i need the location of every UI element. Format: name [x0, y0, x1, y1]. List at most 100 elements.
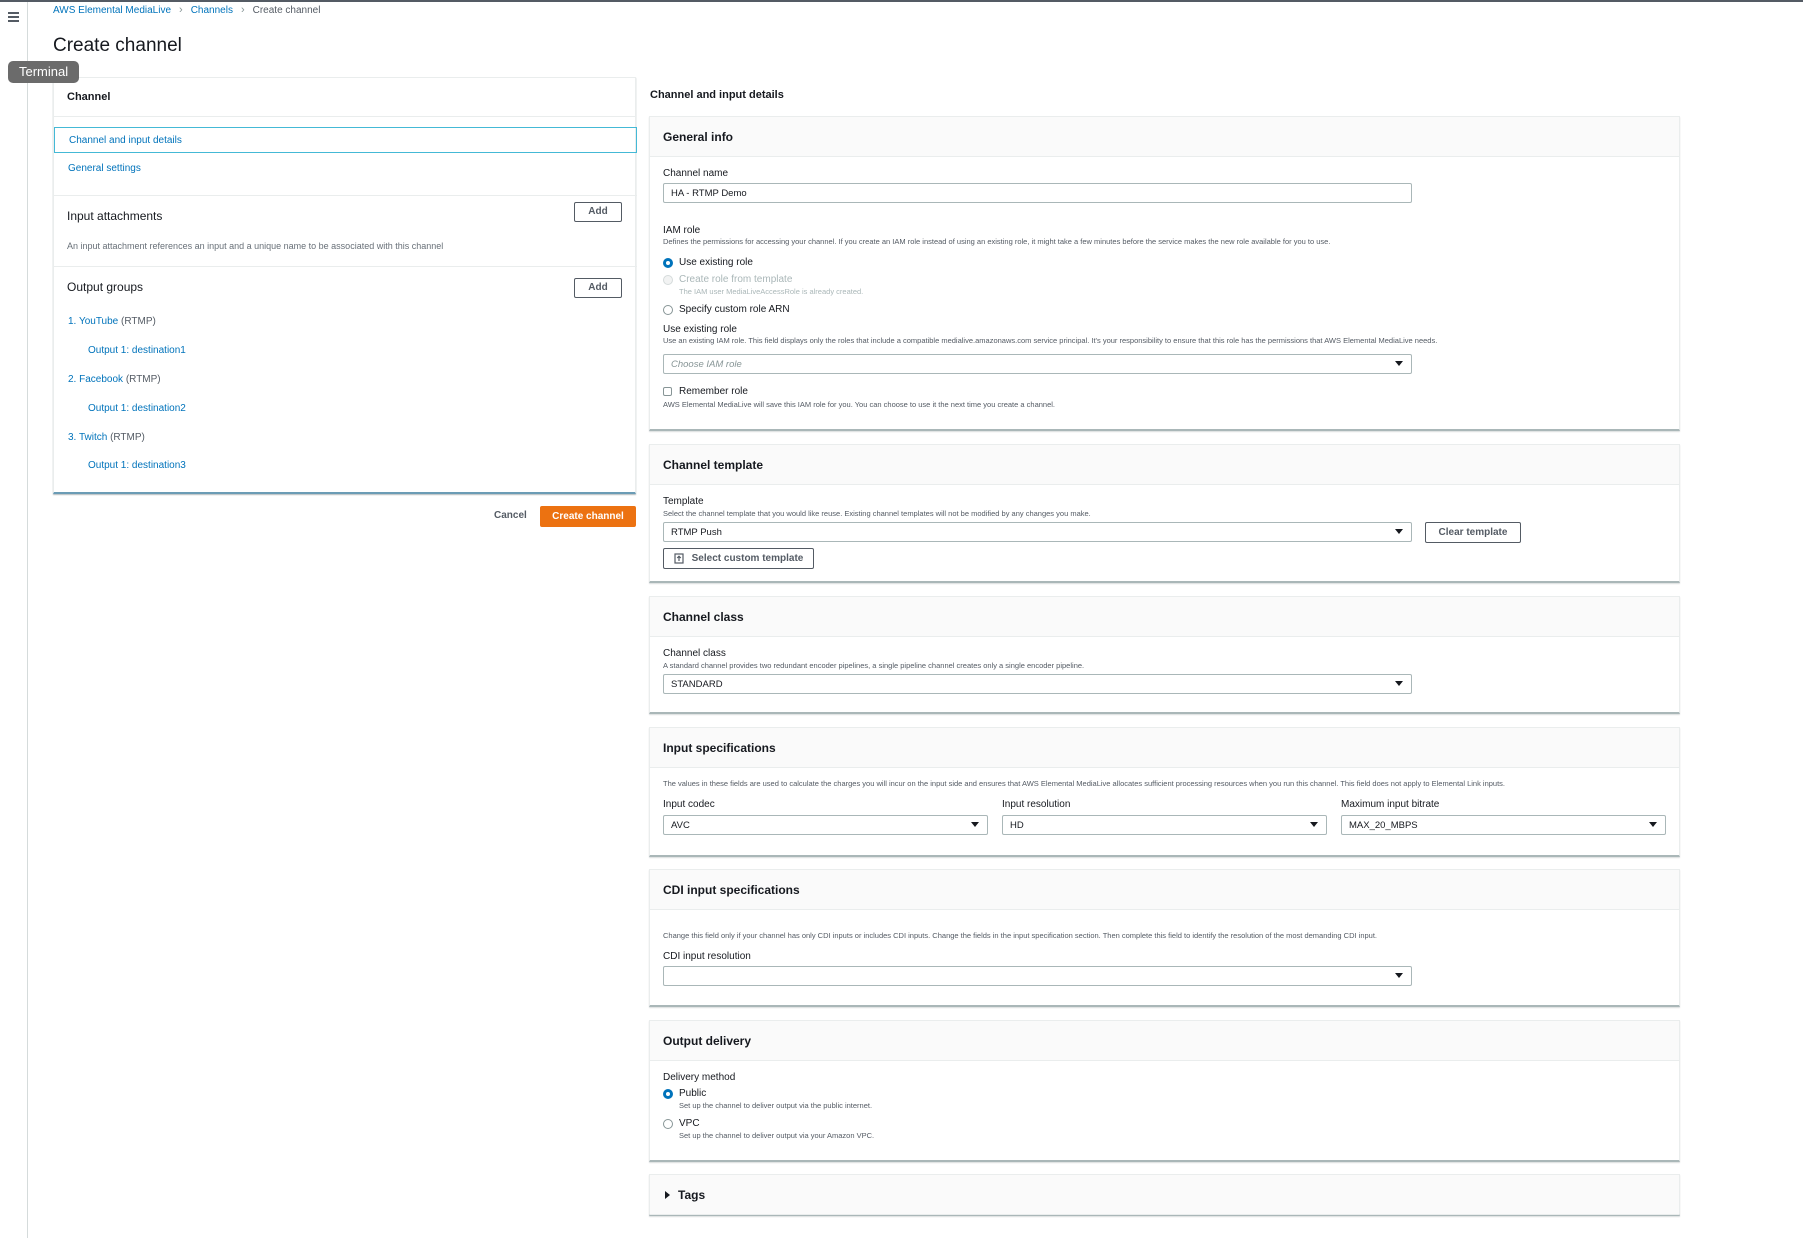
output-group-facebook[interactable]: 2. Facebook (RTMP): [68, 374, 161, 385]
output-group-name: 2. Facebook: [68, 374, 124, 385]
channel-nav-panel: Channel Channel and input details Genera…: [53, 77, 637, 494]
input-specifications-card: Input specifications The values in these…: [649, 727, 1680, 857]
tags-title: Tags: [678, 1187, 706, 1202]
cdi-resolution-label: CDI input resolution: [663, 951, 751, 962]
card-title: Channel class: [650, 597, 1679, 637]
output-destination2[interactable]: Output 1: destination2: [88, 403, 186, 414]
output-group-name: 3. Twitch: [68, 432, 108, 443]
card-title: Channel template: [650, 445, 1679, 485]
template-value: RTMP Push: [671, 527, 722, 538]
output-destination3[interactable]: Output 1: destination3: [88, 460, 186, 471]
caret-right-icon: [665, 1191, 670, 1199]
output-destination1[interactable]: Output 1: destination1: [88, 345, 186, 356]
nav-channel-input-details[interactable]: Channel and input details: [54, 127, 637, 153]
clear-template-button[interactable]: Clear template: [1425, 522, 1521, 543]
side-rail: [0, 2, 28, 1238]
create-channel-button[interactable]: Create channel: [540, 506, 636, 527]
vpc-radio[interactable]: [663, 1119, 673, 1129]
use-existing-role-desc: Use an existing IAM role. This field dis…: [663, 336, 1438, 345]
input-specs-desc: The values in these fields are used to c…: [663, 779, 1506, 788]
caret-down-icon: [1310, 822, 1318, 827]
caret-down-icon: [1395, 361, 1403, 366]
cdi-resolution-select[interactable]: [663, 966, 1412, 986]
vpc-label: VPC: [679, 1118, 700, 1129]
top-border: [0, 0, 1803, 2]
cdi-input-specifications-card: CDI input specifications Change this fie…: [649, 869, 1680, 1007]
caret-down-icon: [1395, 973, 1403, 978]
divider: [54, 266, 637, 267]
input-codec-value: AVC: [671, 820, 690, 831]
channel-class-card: Channel class Channel class A standard c…: [649, 596, 1680, 714]
output-group-twitch[interactable]: 3. Twitch (RTMP): [68, 432, 145, 443]
caret-down-icon: [1395, 681, 1403, 686]
input-attachments-desc: An input attachment references an input …: [67, 241, 444, 251]
custom-template-label: Select custom template: [691, 553, 804, 564]
breadcrumb-channels[interactable]: Channels: [191, 5, 233, 16]
iam-role-label: IAM role: [663, 225, 701, 236]
custom-role-radio[interactable]: [663, 305, 673, 315]
tags-card[interactable]: Tags: [649, 1174, 1680, 1216]
breadcrumb-medialive[interactable]: AWS Elemental MediaLive: [53, 5, 171, 16]
breadcrumb-current: Create channel: [252, 4, 321, 16]
output-group-youtube[interactable]: 1. YouTube (RTMP): [68, 316, 156, 327]
chevron-right-icon: ›: [240, 4, 245, 16]
upload-file-icon: [674, 553, 684, 564]
template-label: Template: [663, 496, 704, 507]
iam-role-select[interactable]: Choose IAM role: [663, 354, 1412, 374]
remember-role-label: Remember role: [679, 386, 748, 397]
public-label: Public: [679, 1088, 707, 1099]
output-group-protocol: (RTMP): [125, 374, 161, 385]
divider: [54, 195, 637, 196]
tags-header[interactable]: Tags: [650, 1175, 1679, 1215]
general-info-card: General info Channel name HA - RTMP Demo…: [649, 116, 1680, 431]
remember-role-checkbox[interactable]: [663, 387, 672, 396]
max-bitrate-value: MAX_20_MBPS: [1349, 820, 1418, 831]
use-existing-role-label: Use existing role: [663, 324, 737, 335]
section-title: Channel and input details: [650, 89, 784, 101]
iam-role-desc: Defines the permissions for accessing yo…: [663, 237, 1331, 246]
channel-class-select[interactable]: STANDARD: [663, 674, 1412, 694]
channel-template-card: Channel template Template Select the cha…: [649, 444, 1680, 583]
use-existing-role-option: Use existing role: [679, 257, 753, 268]
vpc-desc: Set up the channel to deliver output via…: [679, 1131, 875, 1140]
input-codec-select[interactable]: AVC: [663, 815, 988, 835]
create-role-note: The IAM user MediaLiveAccessRole is alre…: [679, 287, 864, 296]
channel-class-label: Channel class: [663, 648, 726, 659]
card-title: Output delivery: [650, 1021, 1679, 1061]
remember-role-desc: AWS Elemental MediaLive will save this I…: [663, 400, 1056, 409]
input-resolution-value: HD: [1010, 820, 1024, 831]
cancel-button[interactable]: Cancel: [494, 510, 527, 521]
iam-role-placeholder: Choose IAM role: [671, 359, 742, 370]
channel-name-input[interactable]: HA - RTMP Demo: [663, 183, 1412, 203]
public-desc: Set up the channel to deliver output via…: [679, 1101, 873, 1110]
nav-general-settings[interactable]: General settings: [54, 156, 637, 182]
card-title: General info: [650, 117, 1679, 157]
delivery-method-label: Delivery method: [663, 1072, 736, 1083]
input-resolution-select[interactable]: HD: [1002, 815, 1327, 835]
template-desc: Select the channel template that you wou…: [663, 509, 1091, 518]
template-select[interactable]: RTMP Push: [663, 522, 1412, 542]
card-title: CDI input specifications: [650, 870, 1679, 910]
channel-name-label: Channel name: [663, 168, 729, 179]
output-groups-title: Output groups: [67, 280, 144, 294]
page-title: Create channel: [53, 35, 182, 56]
card-title: Input specifications: [650, 728, 1679, 768]
panel-title: Channel: [54, 78, 635, 117]
create-role-option: Create role from template: [679, 274, 793, 285]
output-group-protocol: (RTMP): [121, 316, 156, 327]
add-output-group-button[interactable]: Add: [574, 278, 622, 298]
caret-down-icon: [1649, 822, 1657, 827]
cdi-specs-desc: Change this field only if your channel h…: [663, 931, 1378, 940]
menu-icon[interactable]: [8, 12, 19, 22]
output-group-name: 1. YouTube: [68, 316, 119, 327]
select-custom-template-button[interactable]: Select custom template: [663, 548, 814, 569]
channel-class-desc: A standard channel provides two redundan…: [663, 661, 1085, 670]
max-bitrate-select[interactable]: MAX_20_MBPS: [1341, 815, 1666, 835]
input-resolution-label: Input resolution: [1002, 799, 1071, 810]
public-radio[interactable]: [663, 1089, 673, 1099]
channel-class-value: STANDARD: [671, 679, 723, 690]
input-codec-label: Input codec: [663, 799, 715, 810]
custom-role-option: Specify custom role ARN: [679, 304, 790, 315]
add-input-attachment-button[interactable]: Add: [574, 202, 622, 222]
use-existing-role-radio[interactable]: [663, 258, 673, 268]
